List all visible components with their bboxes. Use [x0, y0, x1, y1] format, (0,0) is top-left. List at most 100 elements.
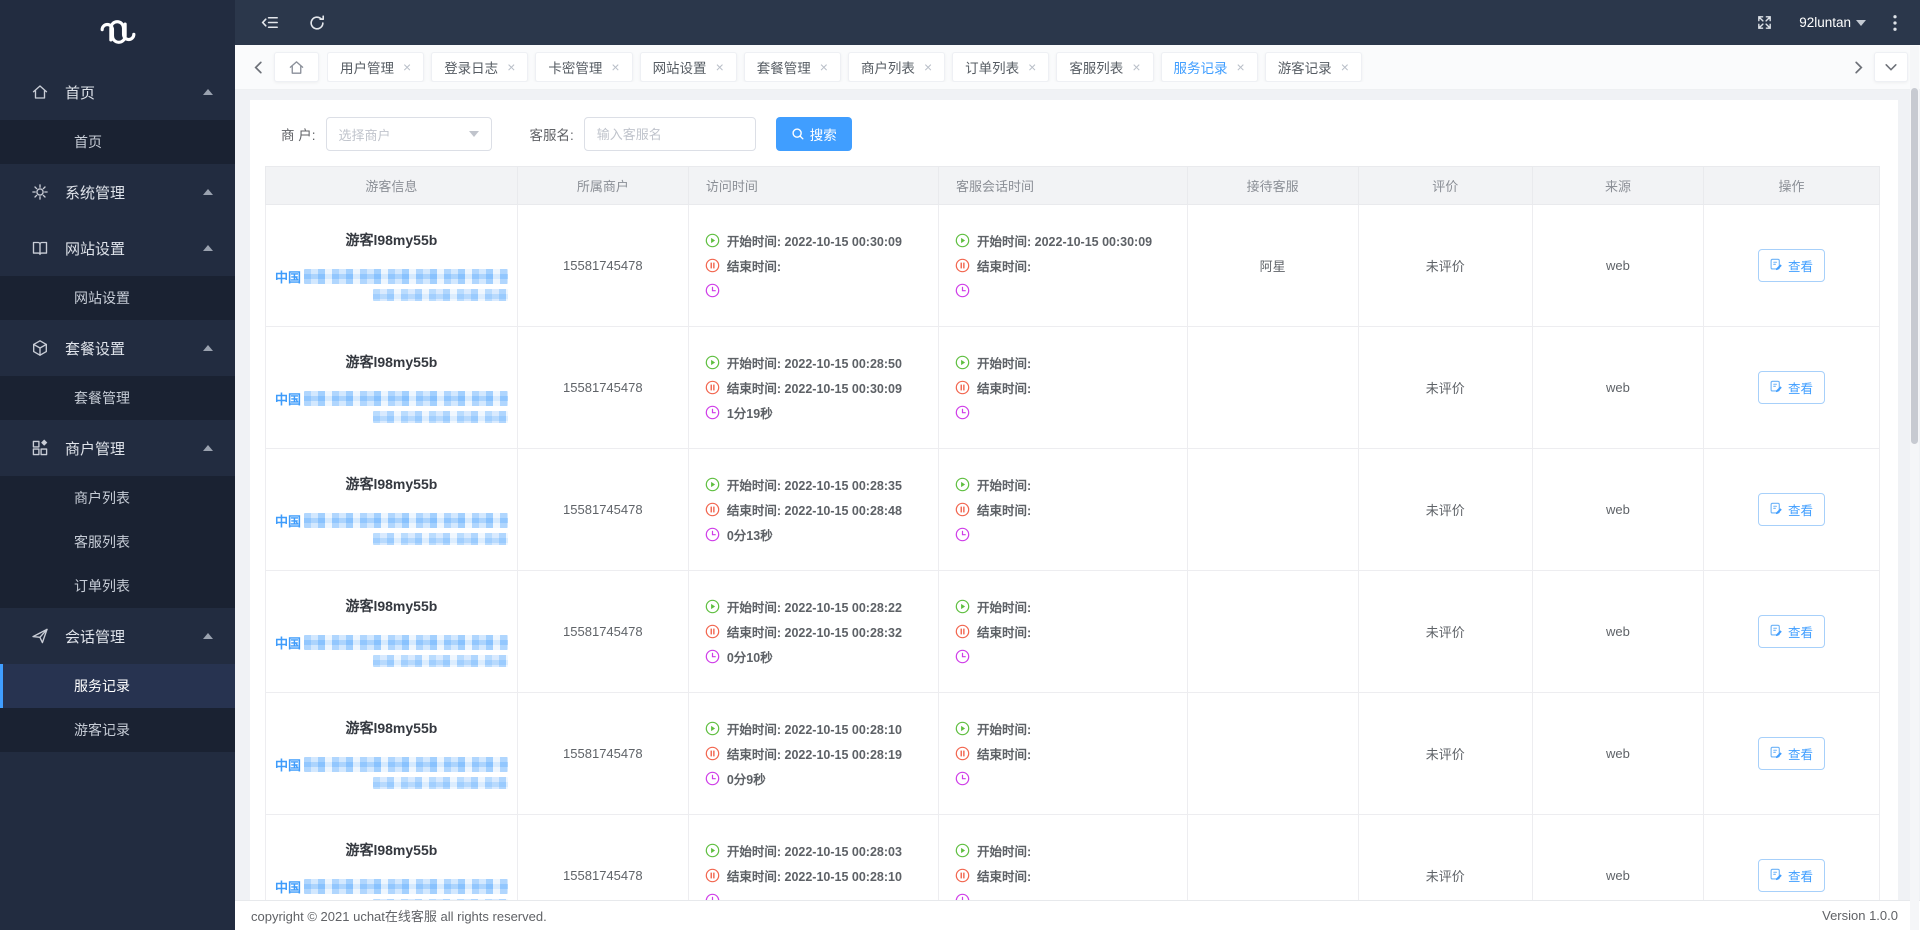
sidebar-group-label: 套餐设置: [65, 340, 126, 358]
user-menu[interactable]: 92luntan: [1799, 15, 1866, 30]
visitor-location: 中国: [275, 758, 302, 773]
chevron-down-icon: [468, 131, 479, 137]
app-logo: [0, 0, 235, 64]
merchant-cell: 15581745478: [516, 570, 689, 693]
sidebar-item-website-settings[interactable]: 网站设置: [0, 276, 235, 320]
end-time: 结束时间:: [726, 260, 782, 274]
app-window: 首页 首页 系统管理 网站设置 网站设置 套餐设置 套餐管理 商户管理 商户列表…: [0, 0, 1920, 930]
column-header: 评价: [1357, 166, 1533, 205]
view-button[interactable]: 查看: [1758, 249, 1826, 282]
visitor-name: 游客l98my55b: [345, 598, 438, 614]
book-icon: [30, 239, 50, 257]
sidebar-item-package-management[interactable]: 套餐管理: [0, 376, 235, 420]
source-cell: web: [1531, 326, 1705, 449]
end-time: 结束时间: 2022-10-15 00:28:48: [726, 504, 902, 518]
play-circle-icon: [705, 233, 720, 248]
merchant-select[interactable]: 选择商户: [325, 117, 492, 151]
tabs-scroll-right-icon[interactable]: [1851, 60, 1866, 75]
view-button[interactable]: 查看: [1758, 615, 1826, 648]
refresh-icon[interactable]: [308, 14, 326, 32]
clock-icon: [955, 649, 970, 664]
view-button[interactable]: 查看: [1758, 371, 1826, 404]
start-time: 开始时间: 2022-10-15 00:28:10: [726, 723, 902, 737]
close-icon[interactable]: ×: [1341, 60, 1349, 74]
clock-icon: [955, 283, 970, 298]
view-button[interactable]: 查看: [1758, 737, 1826, 770]
scrollbar-track[interactable]: [1910, 46, 1919, 930]
tabs-menu-icon[interactable]: [1874, 52, 1908, 82]
tab-agent-list[interactable]: 客服列表 ×: [1056, 52, 1154, 82]
tabs-scroll-left-icon[interactable]: [251, 60, 266, 75]
clock-icon: [955, 527, 970, 542]
view-icon: [1770, 502, 1783, 518]
view-button[interactable]: 查看: [1758, 859, 1826, 892]
sidebar-item-home[interactable]: 首页: [0, 120, 235, 164]
start-time: 开始时间: 2022-10-15 00:30:09: [726, 235, 902, 249]
chevron-down-icon: [1856, 19, 1866, 26]
sidebar-group-system-management[interactable]: 系统管理: [0, 164, 235, 220]
pause-circle-icon: [955, 380, 970, 395]
redacted-info: [304, 635, 508, 650]
merchant-label: 商 户:: [281, 128, 316, 143]
agent-name-input[interactable]: [583, 117, 756, 151]
close-icon[interactable]: ×: [1132, 60, 1140, 74]
sidebar-item-merchant-list[interactable]: 商户列表: [0, 476, 235, 520]
close-icon[interactable]: ×: [611, 60, 619, 74]
sidebar-group-session-management[interactable]: 会话管理: [0, 608, 235, 664]
tab-package-management[interactable]: 套餐管理 ×: [743, 52, 841, 82]
fullscreen-icon[interactable]: [1756, 14, 1773, 31]
sidebar-group-home[interactable]: 首页: [0, 64, 235, 120]
sidebar-group-website-settings[interactable]: 网站设置: [0, 220, 235, 276]
visit-time-cell: 开始时间: 2022-10-15 00:28:03 结束时间: 2022-10-…: [687, 814, 940, 900]
start-time: 开始时间: 2022-10-15 00:28:03: [726, 845, 902, 859]
records-table: 游客信息 所属商户 访问时间 客服会话时间 接待客服 评价 来源 操作 游客l98my55b …: [265, 166, 1880, 900]
close-icon[interactable]: ×: [716, 60, 724, 74]
tab-login-logs[interactable]: 登录日志 ×: [431, 52, 529, 82]
send-icon: [30, 627, 50, 645]
duration: 0分10秒: [726, 651, 773, 665]
close-icon[interactable]: ×: [820, 60, 828, 74]
tab-website-settings[interactable]: 网站设置 ×: [639, 52, 737, 82]
view-icon: [1770, 380, 1783, 396]
start-time: 开始时间:: [977, 723, 1032, 737]
scrollbar-thumb[interactable]: [1911, 88, 1918, 444]
agent-cell: 阿星: [1186, 204, 1359, 327]
close-icon[interactable]: ×: [1028, 60, 1036, 74]
play-circle-icon: [705, 721, 720, 736]
sidebar-group-merchant-management[interactable]: 商户管理: [0, 420, 235, 476]
visit-time-cell: 开始时间: 2022-10-15 00:30:09 结束时间:: [687, 204, 940, 327]
tab-service-records[interactable]: 服务记录 ×: [1160, 52, 1258, 82]
tab-card-key-management[interactable]: 卡密管理 ×: [535, 52, 633, 82]
chevron-up-icon: [203, 189, 213, 195]
tab-merchant-list[interactable]: 商户列表 ×: [847, 52, 946, 82]
end-time: 结束时间: 2022-10-15 00:30:09: [726, 382, 902, 396]
close-icon[interactable]: ×: [924, 60, 932, 74]
merchant-cell: 15581745478: [516, 204, 689, 327]
clock-icon: [705, 283, 720, 298]
collapse-sidebar-icon[interactable]: [261, 13, 280, 32]
visitor-location: 中国: [275, 636, 302, 651]
pause-circle-icon: [705, 380, 720, 395]
close-icon[interactable]: ×: [507, 60, 515, 74]
sidebar-item-service-records[interactable]: 服务记录: [0, 664, 235, 708]
close-icon[interactable]: ×: [403, 60, 411, 74]
sidebar-item-agent-list[interactable]: 客服列表: [0, 520, 235, 564]
close-icon[interactable]: ×: [1237, 60, 1245, 74]
sidebar-group-label: 系统管理: [65, 184, 126, 202]
visit-time-cell: 开始时间: 2022-10-15 00:28:35 结束时间: 2022-10-…: [687, 448, 940, 571]
redacted-info: [304, 513, 508, 528]
cube-icon: [30, 339, 50, 357]
sidebar-group-package-settings[interactable]: 套餐设置: [0, 320, 235, 376]
tab-visitor-records[interactable]: 游客记录 ×: [1264, 52, 1362, 82]
tab-user-management[interactable]: 用户管理 ×: [327, 52, 425, 82]
sidebar-item-visitor-records[interactable]: 游客记录: [0, 708, 235, 752]
kebab-menu-icon[interactable]: [1892, 14, 1898, 32]
rating-cell: 未评价: [1357, 448, 1533, 571]
tab-home[interactable]: [274, 52, 319, 82]
sidebar-item-order-list[interactable]: 订单列表: [0, 564, 235, 608]
redacted-info: [372, 533, 508, 545]
view-button[interactable]: 查看: [1758, 493, 1826, 526]
search-button[interactable]: 搜索: [775, 117, 852, 151]
chevron-up-icon: [203, 345, 213, 351]
tab-order-list[interactable]: 订单列表 ×: [952, 52, 1050, 82]
